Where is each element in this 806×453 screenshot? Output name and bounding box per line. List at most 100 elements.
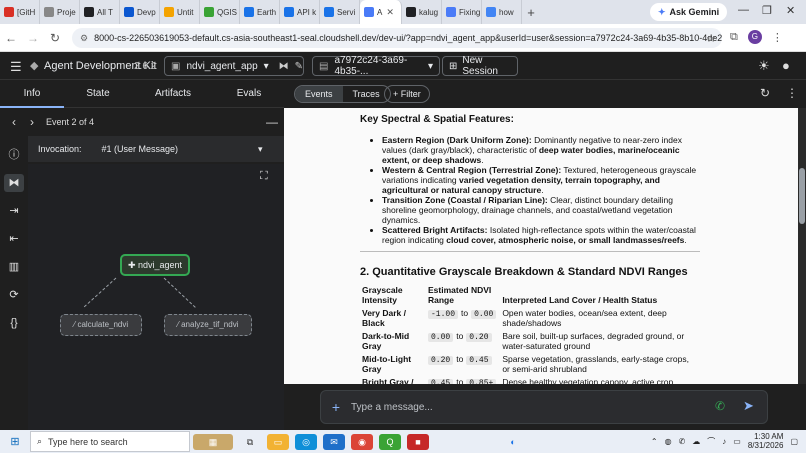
edit-icon[interactable]: ✎ <box>295 61 303 72</box>
invocation-row[interactable]: Invocation: #1 (User Message) ▾ <box>28 136 284 162</box>
refresh-icon[interactable]: ↻ <box>760 86 770 100</box>
collapse-icon[interactable]: — <box>266 115 278 129</box>
edge-icon[interactable]: ◎ <box>295 433 317 450</box>
tray-app-icon[interactable]: ✆ <box>679 437 686 446</box>
network-icon[interactable]: ⌒ <box>707 436 715 447</box>
restore-icon[interactable]: ❐ <box>762 4 772 17</box>
output-icon[interactable]: ⇤ <box>4 230 24 248</box>
message-input[interactable]: Type a message... <box>351 402 433 413</box>
add-icon: + <box>393 89 401 99</box>
task-view-icon[interactable]: ⧉ <box>239 433 261 450</box>
scrollbar[interactable] <box>798 108 806 384</box>
filter-button[interactable]: + Filter <box>384 85 430 103</box>
back-arrow-icon[interactable]: ← <box>0 31 22 45</box>
volume-icon[interactable]: ♪ <box>722 437 726 446</box>
browser-tab[interactable]: Earth <box>240 0 280 24</box>
ndvi-to: 0.20 <box>466 333 492 342</box>
ndvi-from: -1.00 <box>428 310 459 319</box>
taskbar-search[interactable]: ⌕ Type here to search <box>30 431 190 452</box>
next-event-icon[interactable]: › <box>30 115 34 129</box>
battery-icon[interactable]: ▭ <box>733 437 741 446</box>
browser-tab[interactable]: API k <box>280 0 320 24</box>
feature-item: Scattered Bright Artifacts: Isolated hig… <box>382 225 700 245</box>
close-window-icon[interactable]: ✕ <box>786 4 795 17</box>
bookmark-star-icon[interactable]: ☆ <box>706 32 716 45</box>
tray-expand-icon[interactable]: ⌃ <box>651 437 658 446</box>
menu-icon[interactable]: ☰ <box>10 59 22 75</box>
node-ndvi-agent[interactable]: ✚ ndvi_agent <box>120 254 190 276</box>
browser-tab[interactable]: how <box>482 0 522 24</box>
browser-tab[interactable]: Untit <box>160 0 200 24</box>
table-row: Bright Gray / White0.45to0.85+Dense heal… <box>360 376 700 384</box>
github-desktop-icon[interactable]: ◐ <box>502 433 524 450</box>
minimize-icon[interactable]: — <box>738 4 749 16</box>
scroll-thumb[interactable] <box>799 168 805 224</box>
windows-start-icon[interactable]: ⊞ <box>0 435 30 448</box>
tab-state[interactable]: State <box>64 80 132 108</box>
media-icon[interactable]: ■ <box>407 433 429 450</box>
attach-add-icon[interactable]: + <box>321 399 351 415</box>
prev-event-icon[interactable]: ‹ <box>12 115 16 129</box>
qgis-icon[interactable]: Q <box>379 433 401 450</box>
traces-tab[interactable]: Traces <box>343 86 390 102</box>
node-calculate-ndvi[interactable]: ⁄ calculate_ndvi <box>60 314 142 336</box>
graph-icon[interactable]: ⧓ <box>279 61 289 72</box>
node-analyze-tif-ndvi[interactable]: ⁄ analyze_tif_ndvi <box>164 314 252 336</box>
tab-label: Devp <box>137 7 156 17</box>
browser-tab[interactable]: All T <box>80 0 120 24</box>
ndvi-from: 0.45 <box>428 379 454 384</box>
notifications-icon[interactable]: ▢ <box>790 437 798 446</box>
events-tab[interactable]: Events <box>295 86 343 102</box>
forward-arrow-icon[interactable]: → <box>22 31 44 45</box>
browser-tab[interactable]: QGIS <box>200 0 240 24</box>
table-header: Grayscale Intensity <box>362 285 403 305</box>
session-selector[interactable]: ▤ a7972c24-3a69-4b35-... ▾ <box>312 55 440 77</box>
theme-toggle-icon[interactable]: ☀ <box>758 58 770 74</box>
clock[interactable]: 1:30 AM 8/31/2026 <box>748 432 784 450</box>
chrome-icon[interactable]: ◉ <box>351 433 373 450</box>
app-selector[interactable]: ▣ ndvi_agent_app ▾ ⧓ ✎ <box>164 56 304 76</box>
profile-avatar[interactable]: G <box>747 30 762 44</box>
widgets-icon[interactable]: ▦ <box>193 433 233 450</box>
account-icon[interactable]: ● <box>782 58 790 73</box>
tab-favicon-icon <box>406 7 416 17</box>
browser-tab[interactable]: Servi <box>320 0 360 24</box>
tab-evals[interactable]: Evals <box>214 80 284 108</box>
browser-tab[interactable]: Fixing <box>442 0 482 24</box>
chevron-down-icon: ▾ <box>258 143 263 154</box>
outlook-icon[interactable]: ✉ <box>323 433 345 450</box>
extensions-icon[interactable]: ⧉ <box>730 31 738 44</box>
file-explorer-icon[interactable]: ▭ <box>267 433 289 450</box>
code-icon[interactable]: {} <box>4 314 24 332</box>
sync-icon[interactable]: ⟳ <box>4 286 24 304</box>
info-icon[interactable]: ⓘ <box>4 146 24 164</box>
feature-end: . <box>481 155 484 165</box>
browser-tab[interactable]: kalug <box>402 0 442 24</box>
reload-icon[interactable]: ↻ <box>44 31 66 45</box>
chart-icon[interactable]: ▥ <box>4 258 24 276</box>
left-tabs: Info State Artifacts Evals <box>0 80 284 108</box>
browser-menu-icon[interactable]: ⋮ <box>772 31 783 44</box>
new-tab-icon[interactable]: + <box>522 5 540 20</box>
tab-info[interactable]: Info <box>0 80 64 108</box>
ask-gemini-button[interactable]: ✦ Ask Gemini <box>650 3 728 21</box>
section-title: Key Spectral & Spatial Features: <box>360 114 514 125</box>
more-options-icon[interactable]: ⋮ <box>786 86 798 100</box>
browser-tab[interactable]: Proje <box>40 0 80 24</box>
cloud-icon[interactable]: ☁ <box>692 437 700 446</box>
gemini-spark-icon: ✦ <box>658 6 666 17</box>
browser-tab[interactable]: A ✕ <box>360 0 402 24</box>
new-session-button[interactable]: ⊞ New Session <box>442 55 518 77</box>
input-icon[interactable]: ⇥ <box>4 202 24 220</box>
voice-call-icon[interactable]: ✆ <box>715 399 725 413</box>
tab-artifacts[interactable]: Artifacts <box>132 80 214 108</box>
url-field[interactable]: ⚙ 8000-cs-226503619053-default.cs-asia-s… <box>72 28 722 48</box>
browser-tab[interactable]: [GitH <box>0 0 40 24</box>
site-info-icon[interactable]: ⚙ <box>80 33 88 44</box>
close-tab-icon[interactable]: ✕ <box>386 7 394 18</box>
tray-app-icon[interactable]: ◍ <box>665 437 672 446</box>
graph-view-icon[interactable]: ⧓ <box>4 174 24 192</box>
browser-tab[interactable]: Devp <box>120 0 160 24</box>
send-icon[interactable]: ➤ <box>743 398 754 414</box>
left-panel: Info State Artifacts Evals ‹ › Event 2 o… <box>0 80 284 430</box>
